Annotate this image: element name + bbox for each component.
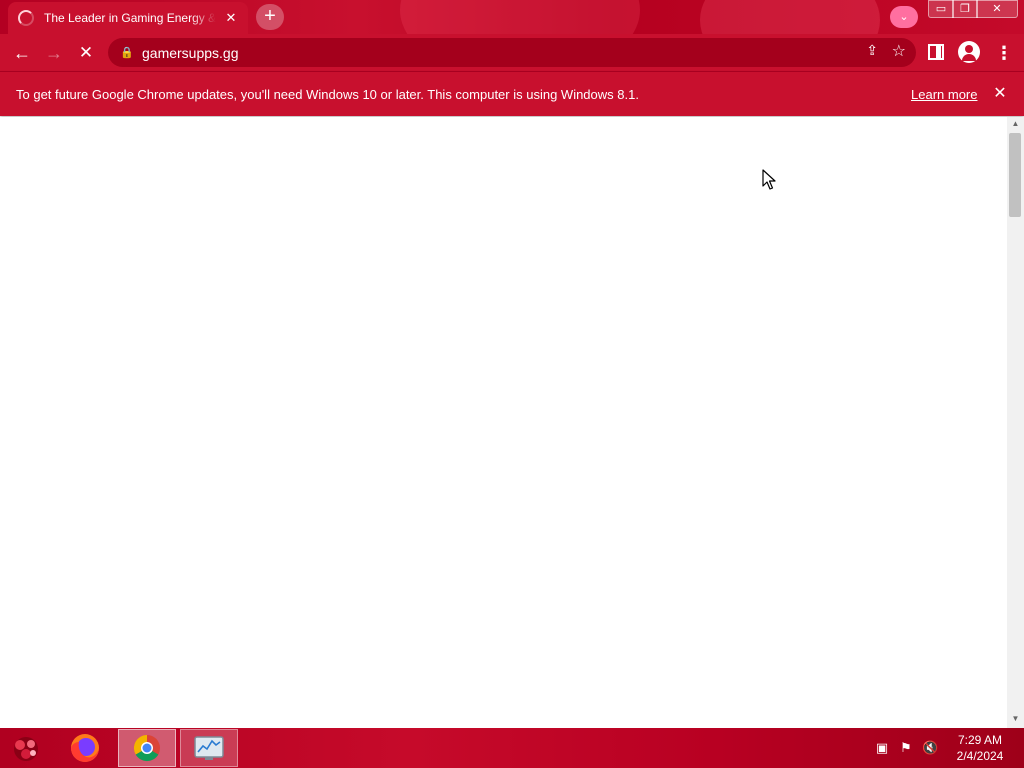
monitor-icon — [194, 736, 224, 760]
clock-time: 7:29 AM — [957, 733, 1003, 747]
forward-arrow-icon[interactable]: → — [40, 39, 68, 67]
network-icon[interactable]: ▣ — [874, 740, 890, 756]
update-infobar: To get future Google Chrome updates, you… — [0, 71, 1024, 116]
scroll-down-arrow-icon[interactable]: ▼ — [1007, 714, 1024, 726]
profile-icon[interactable] — [958, 41, 980, 63]
volume-muted-icon[interactable]: 🔇 — [922, 740, 938, 756]
theme-decoration — [700, 0, 880, 34]
start-button-icon[interactable] — [6, 732, 46, 764]
lock-icon[interactable]: 🔒 — [120, 46, 134, 59]
infobar-message: To get future Google Chrome updates, you… — [16, 87, 639, 102]
tab-title: The Leader in Gaming Energy & Focus — [44, 11, 216, 25]
title-bar: The Leader in Gaming Energy & Focus ✕ + … — [0, 0, 1024, 34]
scroll-up-arrow-icon[interactable]: ▲ — [1007, 119, 1024, 131]
page-content[interactable] — [0, 117, 1007, 728]
mouse-cursor-icon — [762, 169, 776, 190]
system-clock[interactable]: 7:29 AM 2/4/2024 — [944, 732, 1016, 764]
url-text[interactable]: gamersupps.gg — [142, 45, 239, 61]
window-minimize-button[interactable]: ▭ — [928, 0, 954, 18]
tab-search-button[interactable]: ⌄ — [890, 6, 918, 28]
theme-decoration — [400, 0, 640, 34]
learn-more-link[interactable]: Learn more — [911, 87, 977, 102]
browser-toolbar: ← → ✕ 🔒 gamersupps.gg ⇪ ☆ ⋮ — [0, 34, 1024, 71]
taskbar-firefox[interactable] — [58, 729, 116, 767]
taskbar-chrome[interactable] — [118, 729, 176, 767]
address-bar[interactable]: 🔒 gamersupps.gg ⇪ ☆ — [108, 38, 916, 67]
scroll-thumb[interactable] — [1009, 133, 1021, 217]
share-icon[interactable]: ⇪ — [866, 42, 878, 59]
chrome-icon — [133, 734, 160, 762]
taskbar-resource-monitor[interactable] — [180, 729, 238, 767]
window-restore-button[interactable]: ❐ — [952, 0, 978, 18]
browser-tab-active[interactable]: The Leader in Gaming Energy & Focus ✕ — [8, 2, 248, 34]
vertical-scrollbar[interactable]: ▲ ▼ — [1007, 117, 1024, 728]
window-close-button[interactable]: ✕ — [976, 0, 1018, 18]
action-center-flag-icon[interactable]: ⚑ — [898, 740, 914, 756]
clock-date: 2/4/2024 — [956, 749, 1004, 763]
menu-icon[interactable]: ⋮ — [990, 39, 1018, 67]
stop-loading-button[interactable]: ✕ — [72, 39, 100, 67]
loading-spinner-icon — [18, 10, 34, 26]
windows-taskbar: ▣ ⚑ 🔇 7:29 AM 2/4/2024 — [0, 728, 1024, 768]
firefox-icon — [71, 734, 99, 762]
tab-close-button[interactable]: ✕ — [222, 10, 240, 26]
infobar-close-button[interactable]: ✕ — [990, 82, 1010, 106]
side-panel-icon[interactable] — [928, 44, 944, 60]
back-arrow-icon[interactable]: ← — [8, 39, 36, 67]
bookmark-star-icon[interactable]: ☆ — [892, 41, 906, 61]
new-tab-button[interactable]: + — [256, 4, 284, 30]
